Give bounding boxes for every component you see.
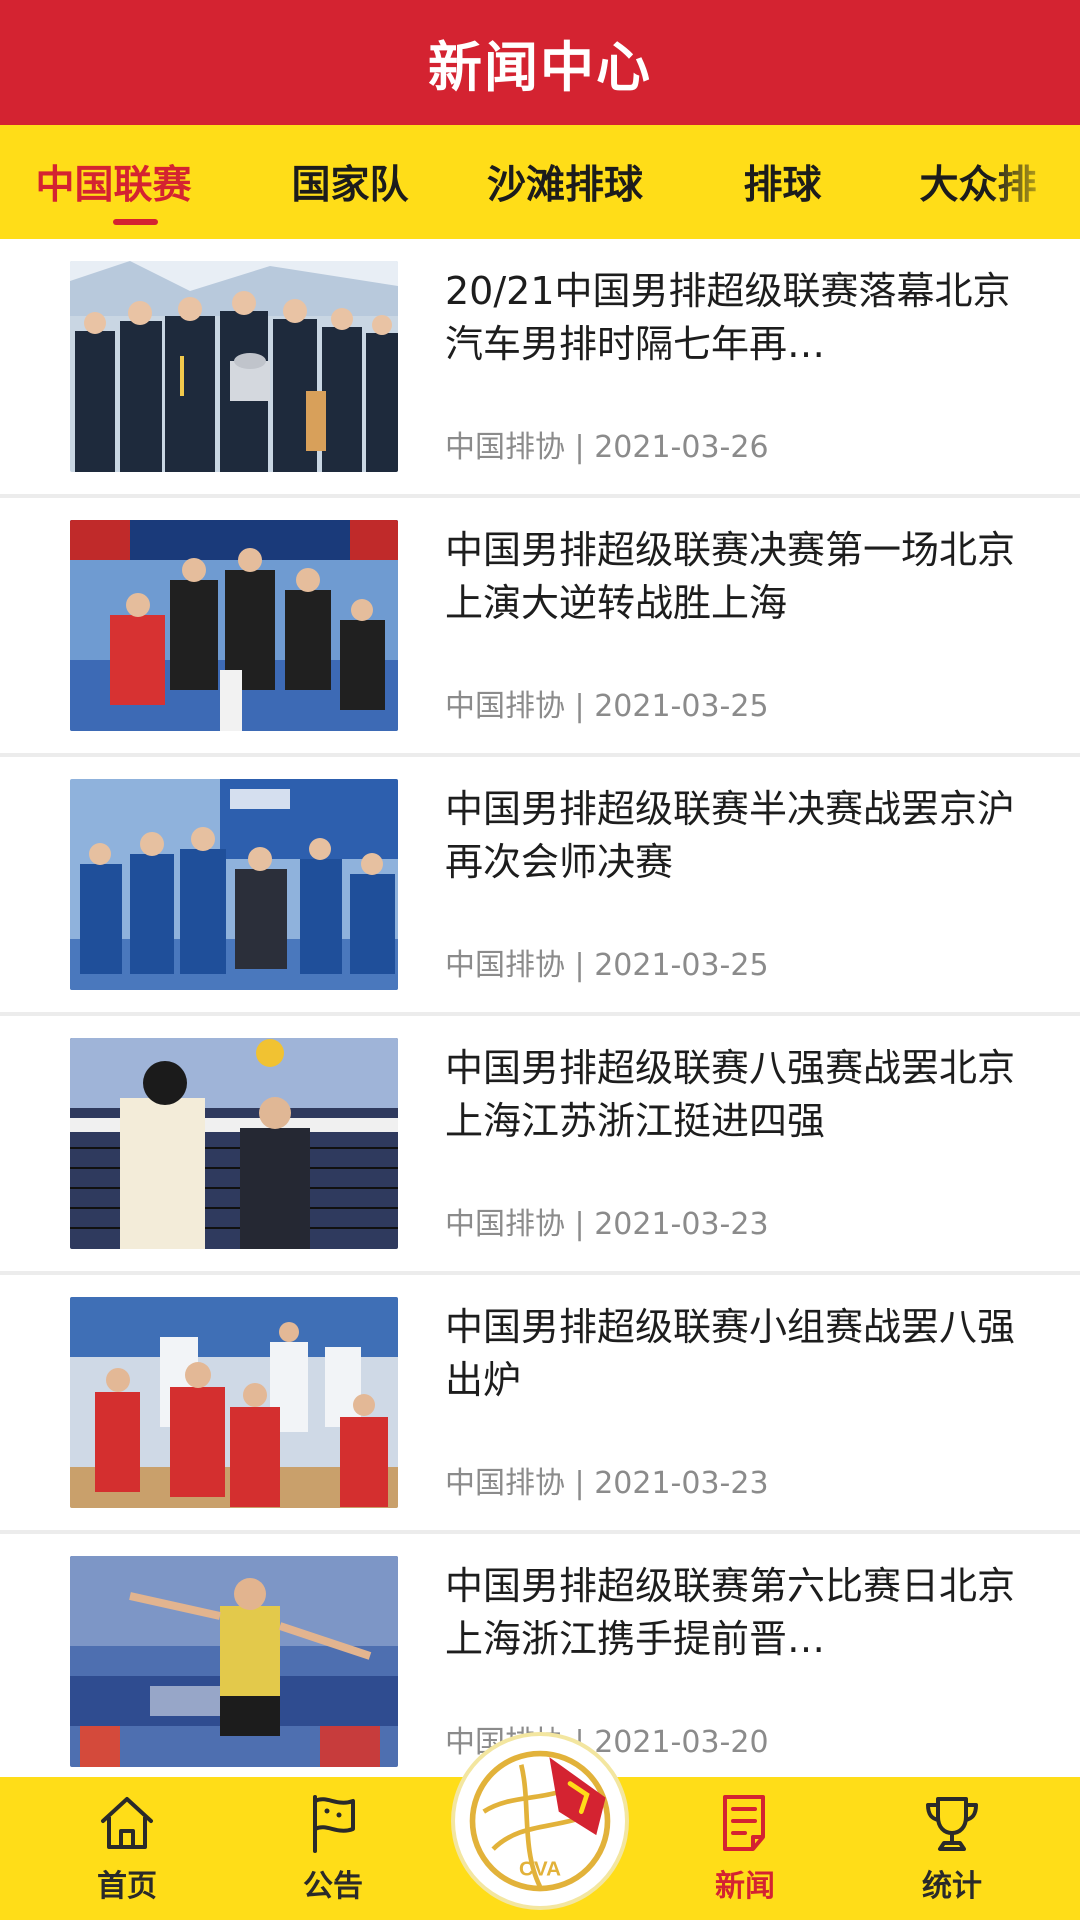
news-date: 2021-03-25 — [594, 689, 769, 724]
meta-separator: | — [565, 1466, 595, 1501]
team-huddle-photo — [70, 779, 398, 990]
nav-label: 公告 — [303, 1869, 363, 1904]
cva-logo-button[interactable]: CVA — [455, 1736, 625, 1906]
news-title[interactable]: 中国男排超级联赛第六比赛日北京上海浙江携手提前晋… — [445, 1560, 1015, 1666]
news-source: 中国排协 — [445, 430, 565, 465]
red-team-photo — [70, 1297, 398, 1508]
news-thumbnail — [70, 1038, 398, 1249]
nav-label: 统计 — [922, 1869, 982, 1904]
news-meta: 中国排协 | 2021-03-25 — [445, 681, 769, 725]
spike-photo — [70, 1556, 398, 1767]
meta-separator: | — [565, 430, 595, 465]
meta-separator: | — [565, 1207, 595, 1242]
page-title: 新闻中心 — [428, 36, 652, 99]
news-thumbnail — [70, 1556, 398, 1767]
news-source: 中国排协 — [445, 948, 565, 983]
team-celebration-photo — [70, 520, 398, 731]
nav-stats[interactable]: 统计 — [872, 1777, 1032, 1920]
news-item[interactable]: 中国男排超级联赛小组赛战罢八强出炉 中国排协 | 2021-03-23 — [0, 1275, 1080, 1534]
news-date: 2021-03-20 — [594, 1725, 769, 1760]
trophy-ceremony-photo — [70, 261, 398, 472]
active-tab-indicator — [113, 219, 158, 225]
logo-text: CVA — [519, 1857, 561, 1880]
nav-label: 首页 — [97, 1869, 157, 1904]
flag-icon — [313, 1795, 355, 1853]
home-icon — [101, 1797, 153, 1849]
news-title[interactable]: 中国男排超级联赛小组赛战罢八强出炉 — [445, 1301, 1015, 1407]
news-item[interactable]: 中国男排超级联赛八强赛战罢北京上海江苏浙江挺进四强 中国排协 | 2021-03… — [0, 1016, 1080, 1275]
net-block-photo — [70, 1038, 398, 1249]
tab-mass-volleyball[interactable]: 大众排 — [918, 125, 1038, 239]
meta-separator: | — [565, 948, 595, 983]
news-meta: 中国排协 | 2021-03-25 — [445, 940, 769, 984]
news-doc-icon — [723, 1795, 765, 1851]
news-meta: 中国排协 | 2021-03-23 — [445, 1199, 769, 1243]
tab-volleyball[interactable]: 排球 — [740, 125, 825, 239]
nav-label: 新闻 — [715, 1869, 775, 1904]
nav-news[interactable]: 新闻 — [665, 1777, 825, 1920]
app-root: 新闻中心 中国联赛 国家队 沙滩排球 排球 大众排 20/21中国男排超级联赛落… — [0, 0, 1080, 1920]
news-date: 2021-03-23 — [594, 1466, 769, 1501]
news-thumbnail — [70, 520, 398, 731]
news-date: 2021-03-26 — [594, 430, 769, 465]
trophy-icon — [926, 1797, 978, 1851]
news-date: 2021-03-25 — [594, 948, 769, 983]
nav-home[interactable]: 首页 — [47, 1777, 207, 1920]
category-tabs: 中国联赛 国家队 沙滩排球 排球 大众排 — [0, 125, 1080, 239]
meta-separator: | — [565, 689, 595, 724]
news-item[interactable]: 20/21中国男排超级联赛落幕北京汽车男排时隔七年再… 中国排协 | 2021-… — [0, 239, 1080, 498]
news-source: 中国排协 — [445, 689, 565, 724]
news-date: 2021-03-23 — [594, 1207, 769, 1242]
news-meta: 中国排协 | 2021-03-26 — [445, 422, 769, 466]
top-header: 新闻中心 — [0, 0, 1080, 125]
news-source: 中国排协 — [445, 1466, 565, 1501]
news-title[interactable]: 中国男排超级联赛八强赛战罢北京上海江苏浙江挺进四强 — [445, 1042, 1015, 1148]
news-title[interactable]: 中国男排超级联赛半决赛战罢京沪再次会师决赛 — [445, 783, 1015, 889]
news-thumbnail — [70, 1297, 398, 1508]
volleyball-logo-icon: CVA — [469, 1750, 611, 1892]
news-item[interactable]: 中国男排超级联赛决赛第一场北京上演大逆转战胜上海 中国排协 | 2021-03-… — [0, 498, 1080, 757]
news-title[interactable]: 中国男排超级联赛决赛第一场北京上演大逆转战胜上海 — [445, 524, 1015, 630]
tab-national-team[interactable]: 国家队 — [290, 125, 410, 239]
tab-beach-volleyball[interactable]: 沙滩排球 — [485, 125, 645, 239]
news-thumbnail — [70, 779, 398, 990]
news-source: 中国排协 — [445, 1207, 565, 1242]
news-title[interactable]: 20/21中国男排超级联赛落幕北京汽车男排时隔七年再… — [445, 265, 1015, 371]
news-meta: 中国排协 | 2021-03-23 — [445, 1458, 769, 1502]
news-list[interactable]: 20/21中国男排超级联赛落幕北京汽车男排时隔七年再… 中国排协 | 2021-… — [0, 239, 1080, 1777]
nav-notice[interactable]: 公告 — [253, 1777, 413, 1920]
news-thumbnail — [70, 261, 398, 472]
news-item[interactable]: 中国男排超级联赛半决赛战罢京沪再次会师决赛 中国排协 | 2021-03-25 — [0, 757, 1080, 1016]
